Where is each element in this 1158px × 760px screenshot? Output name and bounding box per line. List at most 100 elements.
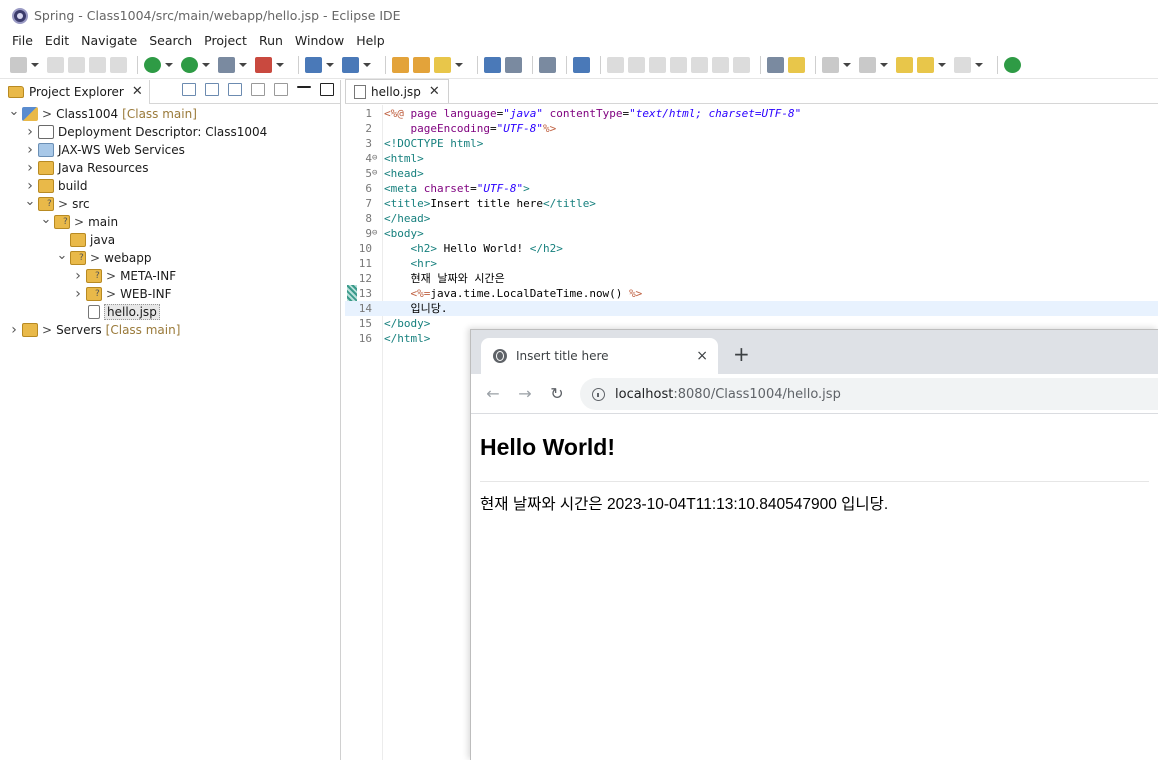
minimize-icon[interactable] (297, 85, 311, 88)
collapse-all-icon[interactable] (182, 83, 196, 96)
coverage-dropdown-icon[interactable] (239, 62, 247, 67)
fold-toggle-icon[interactable]: ⊖ (372, 226, 382, 241)
tree-item[interactable]: › >WEB-INF (0, 285, 340, 303)
chevron-down-icon[interactable]: ⌄ (56, 248, 68, 263)
chevron-down-icon[interactable]: ⌄ (24, 194, 36, 209)
disconnect-icon[interactable] (670, 56, 687, 73)
tree-item[interactable]: ⌄ > Class1004 [Class main] (0, 104, 340, 123)
undo-icon[interactable] (89, 56, 106, 73)
fold-toggle-icon[interactable]: ⊖ (372, 151, 382, 166)
address-bar[interactable]: localhost:8080/Class1004/hello.jsp (580, 378, 1158, 410)
terminate-icon[interactable] (649, 56, 666, 73)
toggle-block-selection-icon[interactable] (767, 56, 784, 73)
run-icon[interactable] (181, 56, 198, 73)
close-icon[interactable]: ✕ (429, 84, 440, 99)
tree-item[interactable]: java (0, 231, 340, 249)
open-type-icon[interactable] (392, 56, 409, 73)
code-line[interactable]: 3 <!DOCTYPE html> (345, 136, 1158, 151)
code-line[interactable]: 9 ⊖ <body> (345, 226, 1158, 241)
step-into-icon[interactable] (691, 56, 708, 73)
code-line[interactable]: 4 ⊖ <html> (345, 151, 1158, 166)
chevron-down-icon[interactable]: ⌄ (40, 212, 52, 227)
code-line[interactable]: 14 입니당. (345, 301, 1158, 316)
menu-edit[interactable]: Edit (39, 31, 75, 51)
filter-icon[interactable] (228, 83, 242, 96)
menu-navigate[interactable]: Navigate (75, 31, 143, 51)
publish-icon[interactable] (505, 56, 522, 73)
redo-icon[interactable] (110, 56, 127, 73)
previous-annotation-dropdown-icon[interactable] (880, 62, 888, 67)
maximize-icon[interactable] (320, 83, 334, 96)
chevron-right-icon[interactable]: › (24, 124, 36, 140)
view-menu-icon[interactable] (274, 83, 288, 96)
tab-hello-jsp[interactable]: hello.jsp ✕ (345, 79, 449, 103)
code-line[interactable]: 13 <%=java.time.LocalDateTime.now() %> (345, 286, 1158, 301)
tree-item[interactable]: ⌄ >src (0, 194, 340, 213)
tree-item[interactable]: ⌄ >webapp (0, 248, 340, 267)
menu-run[interactable]: Run (253, 31, 289, 51)
back-dropdown-icon[interactable] (938, 62, 946, 67)
step-return-icon[interactable] (733, 56, 750, 73)
tree-item[interactable]: ⌄ >main (0, 212, 340, 231)
save-all-icon[interactable] (68, 56, 85, 73)
browser-tab[interactable]: Insert title here × (481, 338, 718, 374)
code-line[interactable]: 5 ⊖ <head> (345, 166, 1158, 181)
focus-icon[interactable] (251, 83, 265, 96)
last-edit-location-icon[interactable] (896, 56, 913, 73)
step-over-icon[interactable] (712, 56, 729, 73)
code-line[interactable]: 7 <title>Insert title here</title> (345, 196, 1158, 211)
console-icon[interactable] (539, 56, 556, 73)
tree-item[interactable]: › >META-INF (0, 267, 340, 285)
open-web-browser-icon[interactable] (484, 56, 501, 73)
info-icon[interactable] (592, 387, 605, 401)
menu-window[interactable]: Window (289, 31, 350, 51)
code-line[interactable]: 2 pageEncoding="UTF-8"%> (345, 121, 1158, 136)
run-dropdown-icon[interactable] (202, 62, 210, 67)
open-perspective-icon[interactable] (1004, 56, 1021, 73)
search-dropdown-icon[interactable] (455, 62, 463, 67)
new-server-icon[interactable] (305, 56, 322, 73)
chevron-right-icon[interactable]: › (24, 160, 36, 176)
code-line[interactable]: 11 <hr> (345, 256, 1158, 271)
coverage-icon[interactable] (218, 56, 235, 73)
external-tools-dropdown-icon[interactable] (276, 62, 284, 67)
chevron-right-icon[interactable]: › (24, 142, 36, 158)
code-line[interactable]: 6 <meta charset="UTF-8"> (345, 181, 1158, 196)
chevron-right-icon[interactable]: › (72, 286, 84, 302)
previous-annotation-icon[interactable] (859, 56, 876, 73)
close-icon[interactable]: ✕ (132, 84, 143, 99)
fold-toggle-icon[interactable]: ⊖ (372, 166, 382, 181)
reload-button[interactable]: ↻ (547, 384, 567, 403)
external-tools-icon[interactable] (255, 56, 272, 73)
forward-dropdown-icon[interactable] (975, 62, 983, 67)
chevron-right-icon[interactable]: › (8, 322, 20, 338)
link-with-editor-icon[interactable] (205, 83, 219, 96)
next-annotation-dropdown-icon[interactable] (843, 62, 851, 67)
save-icon[interactable] (47, 56, 64, 73)
back-button[interactable]: ← (483, 384, 503, 403)
menu-help[interactable]: Help (350, 31, 391, 51)
code-line[interactable]: 1 <%@ page language="java" contentType="t… (345, 106, 1158, 121)
tree-item[interactable]: hello.jsp (0, 303, 340, 321)
toggle-mark-occurrences-icon[interactable] (788, 56, 805, 73)
new-server-dropdown-icon[interactable] (326, 62, 334, 67)
chevron-right-icon[interactable]: › (72, 268, 84, 284)
suspend-icon[interactable] (628, 56, 645, 73)
new-tab-button[interactable]: + (733, 342, 750, 366)
new-dropdown-icon[interactable] (31, 62, 39, 67)
skip-breakpoints-icon[interactable] (573, 56, 590, 73)
chevron-down-icon[interactable]: ⌄ (8, 104, 20, 119)
new-icon[interactable] (10, 56, 27, 73)
code-line[interactable]: 8 </head> (345, 211, 1158, 226)
tree-item[interactable]: › > Servers [Class main] (0, 321, 340, 339)
tab-project-explorer[interactable]: Project Explorer ✕ (0, 79, 150, 104)
tree-item[interactable]: › Deployment Descriptor: Class1004 (0, 123, 340, 141)
debug-icon[interactable] (144, 56, 161, 73)
menu-file[interactable]: File (6, 31, 39, 51)
back-icon[interactable] (917, 56, 934, 73)
resume-icon[interactable] (607, 56, 624, 73)
tree-item[interactable]: › JAX-WS Web Services (0, 141, 340, 159)
tree-item[interactable]: › build (0, 177, 340, 195)
open-task-icon[interactable] (413, 56, 430, 73)
new-java-class-dropdown-icon[interactable] (363, 62, 371, 67)
